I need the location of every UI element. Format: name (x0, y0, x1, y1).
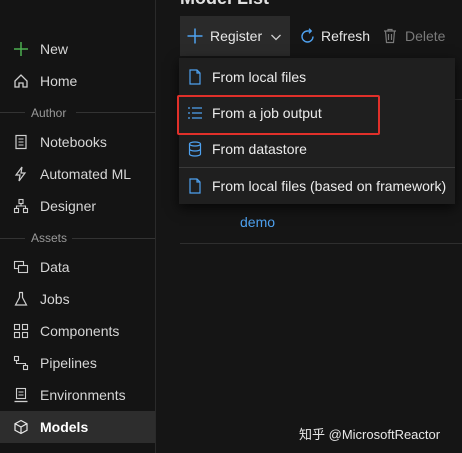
sidebar-item-label: Jobs (40, 291, 70, 307)
file-icon (187, 69, 203, 85)
plus-icon (186, 27, 204, 45)
sidebar-item-components[interactable]: Components (0, 315, 155, 347)
designer-icon (12, 197, 30, 215)
divider (0, 112, 25, 113)
left-nav-sidebar: New Home Author Notebooks Automated ML D… (0, 0, 156, 453)
components-icon (12, 322, 30, 340)
page-title: Model List (180, 0, 269, 9)
sidebar-item-label: Notebooks (40, 134, 107, 150)
sidebar-item-label: Home (40, 73, 78, 89)
sidebar-item-label: Components (40, 323, 120, 339)
sidebar-item-automated-ml[interactable]: Automated ML (0, 158, 155, 190)
refresh-icon (298, 27, 316, 45)
divider (76, 112, 155, 113)
sidebar-item-new[interactable]: New (0, 33, 155, 65)
sidebar-item-designer[interactable]: Designer (0, 190, 155, 222)
sidebar-item-data[interactable]: Data (0, 251, 155, 283)
sidebar-item-environments[interactable]: Environments (0, 379, 155, 411)
watermark: 知乎 @MicrosoftReactor (299, 424, 440, 443)
sidebar-item-label: Pipelines (40, 355, 97, 371)
watermark-handle: @MicrosoftReactor (328, 427, 441, 442)
data-icon (12, 258, 30, 276)
trash-icon (383, 28, 397, 44)
sidebar-item-label: Data (40, 259, 70, 275)
sidebar-item-label: Designer (40, 198, 97, 214)
menu-item-from-local-files-framework[interactable]: From local files (based on framework) (179, 168, 455, 204)
pipelines-icon (12, 354, 30, 372)
register-label: Register (210, 28, 263, 44)
delete-label: Delete (405, 28, 446, 44)
section-label-author: Author (31, 106, 67, 120)
sidebar-item-home[interactable]: Home (0, 65, 155, 97)
model-name-link[interactable]: demo (240, 214, 275, 230)
refresh-button[interactable]: Refresh (298, 16, 370, 56)
table-row-divider (180, 243, 462, 244)
sidebar-item-models[interactable]: Models (0, 411, 155, 443)
sidebar-item-label: New (40, 41, 69, 57)
divider (72, 238, 155, 239)
menu-item-label: From local files (based on framework) (212, 178, 447, 194)
sidebar-item-jobs[interactable]: Jobs (0, 283, 155, 315)
menu-item-label: From local files (212, 69, 307, 85)
automated-ml-icon (12, 165, 30, 183)
menu-item-from-datastore[interactable]: From datastore (179, 131, 455, 167)
watermark-platform: 知乎 (299, 428, 326, 443)
refresh-label: Refresh (321, 28, 371, 44)
highlight-annotation-box (177, 95, 380, 135)
menu-item-from-local-files[interactable]: From local files (179, 59, 455, 95)
plus-icon (12, 40, 30, 58)
sidebar-item-label: Automated ML (40, 166, 132, 182)
chevron-down-icon (270, 30, 282, 42)
notebook-icon (12, 133, 30, 151)
register-button[interactable]: Register (180, 16, 290, 56)
section-label-assets: Assets (31, 231, 68, 245)
database-icon (187, 141, 203, 157)
file-icon (187, 178, 203, 194)
flask-icon (12, 290, 30, 308)
environments-icon (12, 386, 30, 404)
divider (0, 238, 25, 239)
menu-item-label: From datastore (212, 141, 307, 157)
delete-button[interactable]: Delete (383, 16, 445, 56)
sidebar-item-pipelines[interactable]: Pipelines (0, 347, 155, 379)
sidebar-item-label: Models (40, 419, 89, 435)
sidebar-item-label: Environments (40, 387, 126, 403)
home-icon (12, 72, 30, 90)
cube-icon (12, 418, 30, 436)
sidebar-item-notebooks[interactable]: Notebooks (0, 126, 155, 158)
